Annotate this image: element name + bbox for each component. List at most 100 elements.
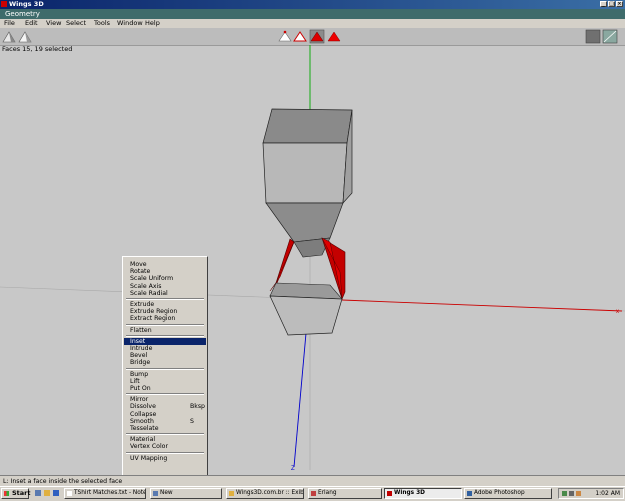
left-toolbar-icon-2[interactable] (18, 31, 32, 43)
menu-separator (126, 298, 204, 300)
menu-item-lift[interactable]: Lift (130, 378, 140, 385)
task-label: Erlang (318, 490, 337, 496)
left-toolbar-icon-1[interactable] (2, 31, 16, 43)
menu-item-scale-axis[interactable]: Scale Axis (130, 283, 161, 290)
menu-separator (126, 334, 204, 337)
show-desktop-icon[interactable] (35, 490, 41, 496)
menu-item-smooth[interactable]: Smooth S (130, 417, 194, 425)
menu-item-label: Extrude (130, 301, 155, 308)
face-mode-button[interactable] (309, 29, 325, 44)
menu-separator (126, 367, 204, 370)
menu-item-label: Inset (130, 337, 146, 345)
menu-item-extrude-region[interactable]: Extrude Region (130, 308, 177, 315)
clock[interactable]: 1:02 AM (595, 489, 620, 498)
menu-item-label: Mirror (130, 396, 149, 404)
menu-item-label: Extrude Region (130, 308, 178, 316)
window-titlebar[interactable]: Wings 3D _ □ × (0, 0, 625, 9)
menu-select[interactable]: Select (66, 19, 86, 28)
windows-logo-icon (4, 491, 9, 496)
edge-mode-button[interactable] (293, 30, 307, 43)
taskbar-button-wings3d-com-br-exibir[interactable]: Wings3D.com.br :: Exibir ... (226, 488, 304, 499)
menu-item-mirror[interactable]: Mirror (130, 396, 148, 403)
menu-item-label: UV Mapping (130, 454, 168, 462)
taskbar-button-adobe-photoshop[interactable]: Adobe Photoshop (464, 488, 552, 499)
menu-file[interactable]: File (4, 19, 15, 28)
x-axis-mark: x (616, 309, 619, 315)
tray-app-icon[interactable] (576, 491, 581, 496)
face-context-menu: Move Rotate Scale Uniform Scale Axis Scale R… (122, 256, 208, 484)
geometry-window-title[interactable]: Geometry (0, 9, 625, 19)
close-button[interactable]: × (616, 1, 623, 7)
menu-item-move[interactable]: Move (130, 261, 147, 268)
menu-item-label: Scale Radial (130, 289, 168, 297)
menu-item-label: Flatten (130, 326, 152, 334)
menu-item-put-on[interactable]: Put On (130, 385, 151, 392)
menu-item-bridge[interactable]: Bridge (130, 359, 150, 366)
menu-item-dissolve[interactable]: Dissolve Bksp (130, 403, 205, 410)
menu-item-inset[interactable]: Inset (124, 337, 206, 345)
menu-item-label: Tesselate (130, 425, 159, 432)
system-tray: 1:02 AM (558, 488, 624, 499)
explorer-icon[interactable] (44, 490, 50, 496)
quick-launch (34, 489, 62, 498)
menu-item-flatten[interactable]: Flatten (130, 327, 152, 334)
menu-item-label: Collapse (130, 410, 157, 418)
menu-help[interactable]: Help (145, 19, 160, 28)
menu-separator (126, 433, 204, 436)
menu-item-scale-uniform[interactable]: Scale Uniform (130, 275, 173, 282)
task-app-icon (153, 491, 158, 496)
task-label: Wings3D.com.br :: Exibir ... (236, 490, 304, 496)
axis-view-icon[interactable] (602, 29, 618, 44)
geometry-title-label: Geometry (5, 10, 40, 18)
taskbar-button-new[interactable]: New (150, 488, 222, 499)
menu-item-collapse[interactable]: Collapse (130, 411, 156, 418)
menu-item-material[interactable]: Material (130, 436, 155, 443)
menu-tools[interactable]: Tools (94, 19, 110, 28)
menu-item-vertex-color[interactable]: Vertex Color (130, 443, 168, 450)
menu-edit[interactable]: Edit (25, 19, 38, 28)
menu-item-extrude[interactable]: Extrude (130, 301, 154, 308)
browser-icon[interactable] (53, 490, 59, 496)
tray-network-icon[interactable] (562, 491, 567, 496)
menu-window[interactable]: Window (117, 19, 143, 28)
minimize-button[interactable]: _ (600, 1, 607, 7)
start-label: Start (12, 489, 31, 497)
menu-item-label: Bump (130, 370, 149, 378)
menu-separator (126, 451, 204, 454)
start-button[interactable]: Start (1, 488, 31, 499)
maximize-button[interactable]: □ (608, 1, 615, 7)
info-line: L: Inset a face inside the selected face (3, 478, 123, 485)
taskbar-button-wings-3d[interactable]: Wings 3D (384, 488, 462, 499)
view-options-icon[interactable] (585, 29, 601, 44)
taskbar-button-erlang[interactable]: Erlang (308, 488, 382, 499)
menu-item-scale-radial[interactable]: Scale Radial (130, 290, 168, 297)
menu-item-label: Bridge (130, 359, 151, 367)
menu-item-uv-mapping[interactable]: UV Mapping (130, 455, 167, 462)
menu-item-label: Smooth (130, 417, 154, 425)
app-icon (1, 1, 7, 7)
menu-item-bump[interactable]: Bump (130, 371, 148, 378)
menu-item-label: Bevel (130, 352, 148, 360)
menu-item-shortcut: Bksp (190, 403, 205, 411)
3d-viewport[interactable]: x Z Faces 15, 19 selected (0, 45, 625, 475)
menu-item-label: Vertex Color (130, 443, 169, 451)
object-mode-button[interactable] (327, 30, 341, 43)
menu-item-label: Scale Axis (130, 282, 162, 290)
menu-item-rotate[interactable]: Rotate (130, 268, 150, 275)
menu-item-extract-region[interactable]: Extract Region (130, 315, 175, 322)
menu-view[interactable]: View (46, 19, 61, 28)
taskbar-button-tshirt-matches-txt-note[interactable]: TShirt Matches.txt - Note... (64, 488, 146, 499)
task-app-icon (67, 491, 72, 496)
z-axis-label: Z (291, 466, 295, 472)
menu-item-label: Lift (130, 377, 140, 385)
menu-item-tesselate[interactable]: Tesselate (130, 425, 159, 432)
menubar: File Edit View Select Tools Window Help (0, 19, 625, 28)
upper-taper-face (265, 202, 344, 243)
menu-item-bevel[interactable]: Bevel (130, 352, 147, 359)
top-box-top-face (262, 108, 353, 144)
tray-volume-icon[interactable] (569, 491, 574, 496)
task-label: New (160, 490, 173, 496)
menu-item-intrude[interactable]: Intrude (130, 345, 152, 352)
vertex-mode-button[interactable] (278, 30, 292, 43)
lower-piece-front-face (269, 295, 343, 336)
